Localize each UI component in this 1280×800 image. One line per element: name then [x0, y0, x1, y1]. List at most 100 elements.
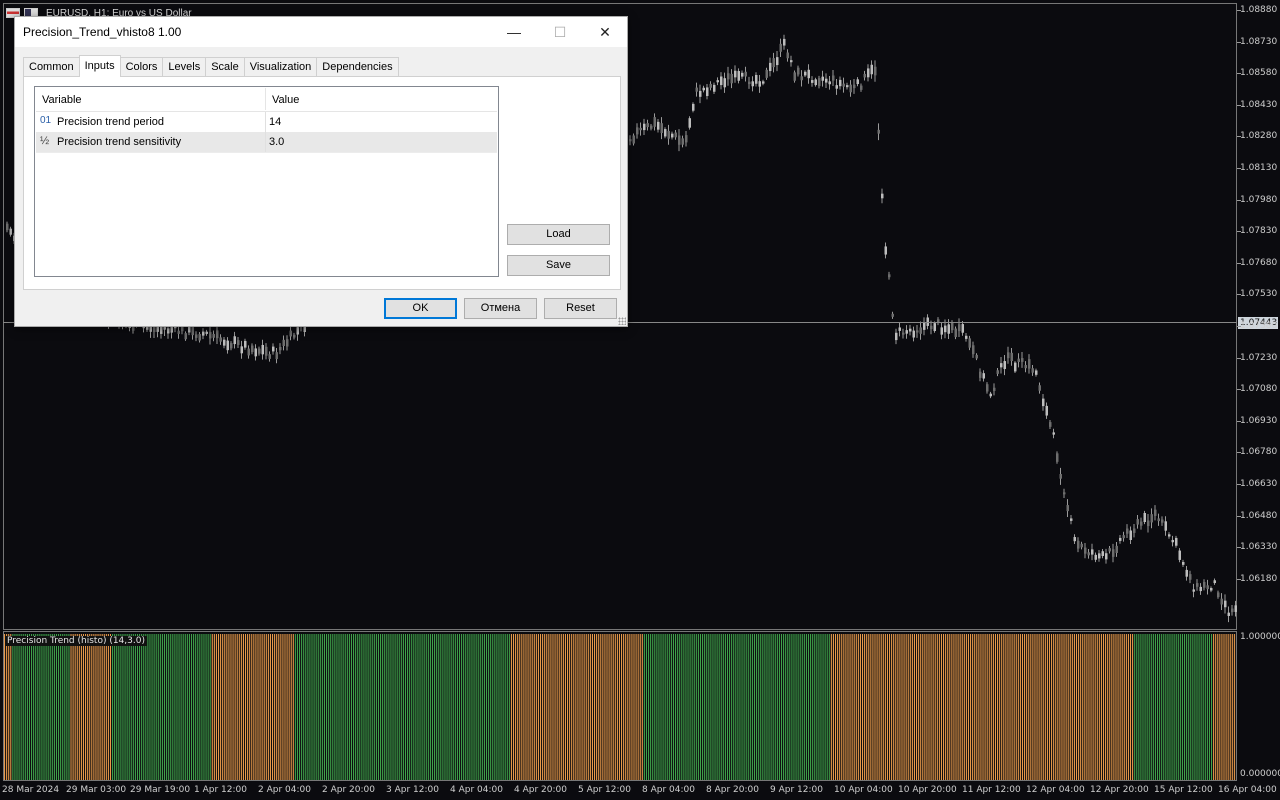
tab-scale[interactable]: Scale [205, 57, 245, 77]
close-button[interactable]: ✕ [582, 17, 628, 47]
histogram-bar [872, 634, 874, 780]
histogram-bar [434, 634, 436, 780]
time-tick-label: 12 Apr 20:00 [1090, 785, 1149, 795]
histogram-bar [1075, 634, 1078, 780]
histogram-bar [205, 634, 207, 780]
histogram-bar [672, 634, 675, 780]
dialog-title-bar[interactable]: Precision_Trend_vhisto8 1.00 — ☐ ✕ [15, 17, 627, 47]
cancel-button[interactable]: Отмена [464, 298, 537, 319]
histogram-bar [1069, 634, 1071, 780]
histogram-bar [20, 634, 22, 780]
candle-body [251, 345, 254, 353]
histogram-bar [143, 634, 145, 780]
histogram-bar [564, 634, 566, 780]
histogram-bar [639, 634, 641, 780]
histogram-bar [824, 634, 826, 780]
candle-body [842, 83, 845, 87]
tab-visualization[interactable]: Visualization [243, 57, 318, 77]
histogram-bar [965, 634, 967, 780]
histogram-bar [751, 634, 753, 780]
fraction-type-icon: ½ [40, 135, 50, 147]
candle-body [1143, 512, 1146, 523]
candle-body [1045, 405, 1048, 416]
input-row-sensitivity[interactable]: ½ Precision trend sensitivity 3.0 [36, 132, 497, 152]
histogram-bar [1030, 634, 1032, 780]
histogram-bar [826, 634, 828, 780]
candle-body [954, 328, 957, 338]
histogram-bar [284, 634, 286, 780]
tab-common[interactable]: Common [23, 57, 80, 77]
histogram-bar [741, 634, 743, 780]
histogram-bar [483, 634, 485, 780]
integer-type-icon: 01 [40, 115, 52, 126]
histogram-bar [1107, 634, 1109, 780]
histogram-bar [8, 634, 10, 780]
histogram-bar [68, 634, 70, 780]
column-divider[interactable] [265, 88, 266, 110]
histogram-bar [1007, 634, 1009, 780]
indicator-subwindow[interactable] [3, 631, 1237, 781]
histogram-bar [899, 634, 901, 780]
histogram-bar [911, 634, 913, 780]
histogram-bar [251, 634, 253, 780]
candle-body [853, 84, 856, 89]
histogram-bar [286, 634, 288, 780]
candle-body [629, 139, 632, 142]
histogram-bar [743, 634, 745, 780]
histogram-bar [1134, 634, 1136, 780]
tab-inputs[interactable]: Inputs [78, 55, 121, 77]
candle-body [195, 334, 198, 338]
input-row-period[interactable]: 01 Precision trend period 14 [36, 112, 497, 132]
histogram-bar [64, 634, 66, 780]
histogram-bar [629, 634, 631, 780]
histogram-bar [1161, 634, 1163, 780]
save-button[interactable]: Save [507, 255, 610, 276]
histogram-bar [504, 634, 506, 780]
minimize-button[interactable]: — [491, 17, 537, 47]
candle-body [881, 193, 884, 199]
candle-body [667, 130, 670, 139]
histogram-bar [943, 634, 945, 780]
histogram-bar [797, 634, 799, 780]
ok-button[interactable]: OK [384, 298, 457, 319]
candle-body [863, 73, 866, 78]
input-value[interactable]: 3.0 [269, 136, 284, 148]
price-tick-mark [1237, 136, 1241, 138]
histogram-bar [756, 634, 758, 780]
candle-body [891, 313, 894, 317]
histogram-bar [521, 634, 523, 780]
histogram-bar [53, 634, 55, 780]
histogram-bar [147, 634, 149, 780]
histogram-bar [832, 634, 834, 780]
tab-levels[interactable]: Levels [162, 57, 207, 77]
histogram-bar [631, 634, 633, 780]
histogram-bar [926, 634, 928, 780]
column-variable[interactable]: Variable [42, 94, 82, 106]
histogram-bar [1223, 634, 1225, 780]
inputs-grid[interactable]: Variable Value 01 Precision trend period… [34, 86, 499, 277]
column-value[interactable]: Value [272, 94, 299, 106]
histogram-bar [328, 634, 330, 780]
histogram-bar [440, 634, 442, 780]
dialog-title: Precision_Trend_vhisto8 1.00 [23, 25, 182, 39]
histogram-bar [918, 634, 920, 780]
histogram-bar [787, 634, 789, 780]
resize-grip-icon[interactable] [618, 317, 626, 325]
candle-body [989, 393, 992, 397]
price-tick-label: 1.08280 [1240, 131, 1278, 142]
reset-button[interactable]: Reset [544, 298, 617, 319]
histogram-bar [704, 634, 706, 780]
histogram-bar [1117, 634, 1119, 780]
candle-body [947, 324, 950, 334]
histogram-bar [95, 634, 97, 780]
histogram-bar [1055, 634, 1057, 780]
load-button[interactable]: Load [507, 224, 610, 245]
histogram-bar [78, 634, 80, 780]
histogram-bar [880, 634, 882, 780]
time-tick-label: 10 Apr 04:00 [834, 785, 893, 795]
candle-body [825, 78, 828, 83]
tab-dependencies[interactable]: Dependencies [316, 57, 399, 77]
input-value[interactable]: 14 [269, 116, 281, 128]
histogram-bar [1150, 634, 1152, 780]
tab-colors[interactable]: Colors [119, 57, 164, 77]
